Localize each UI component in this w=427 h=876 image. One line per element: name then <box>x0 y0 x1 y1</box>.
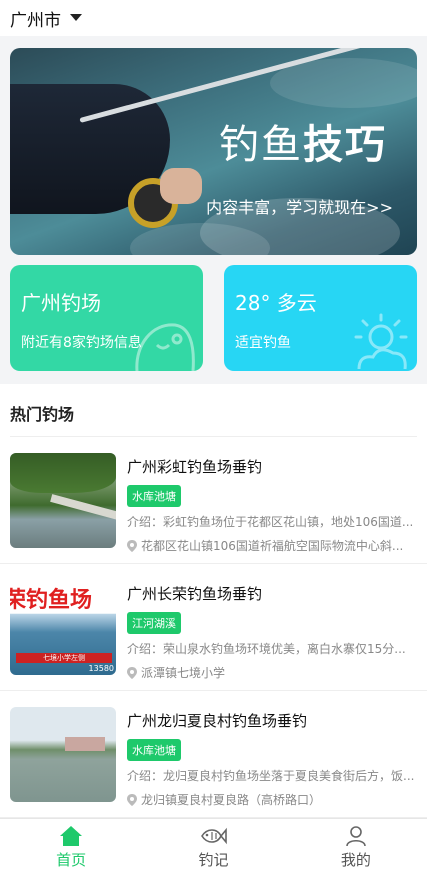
spot-thumbnail <box>10 707 116 802</box>
thumb-sign-text: 荣钓鱼场 <box>10 588 93 613</box>
spot-intro: 介绍：彩虹钓鱼场位于花都区花山镇，地处106国道... <box>127 515 414 529</box>
list-item[interactable]: 广州彩虹钓鱼场垂钓 水库池塘 介绍：彩虹钓鱼场位于花都区花山镇，地处106国道.… <box>0 437 427 564</box>
location-pin-icon <box>127 539 137 552</box>
thumb-phone: 13580 <box>88 664 114 673</box>
list-item[interactable]: 荣钓鱼场 七境小学左侧 13580 广州长荣钓鱼场垂钓 江河湖溪 介绍：荣山泉水… <box>0 564 427 691</box>
banner[interactable]: 钓鱼技巧 内容丰富，学习就现在>> <box>10 48 417 255</box>
spot-address: 龙归镇夏良村夏良路（高桥路口） <box>127 791 417 808</box>
banner-title: 钓鱼技巧 <box>219 122 387 168</box>
spot-thumbnail <box>10 453 116 548</box>
banner-subtitle[interactable]: 内容丰富，学习就现在>> <box>206 194 393 218</box>
spot-intro: 介绍：龙归夏良村钓鱼场坐落于夏良美食街后方，饭... <box>127 769 415 783</box>
tab-fishing-log[interactable]: 钓记 <box>142 819 284 876</box>
spot-tag: 江河湖溪 <box>127 612 181 634</box>
spot-intro: 介绍：荣山泉水钓鱼场环境优美，离白水寨仅15分... <box>127 642 406 656</box>
card-fishing-spots[interactable]: 广州钓场 附近有8家钓场信息 <box>10 265 203 371</box>
top-bar: 广州市 <box>0 0 427 36</box>
thumb-caption: 七境小学左侧 <box>16 653 112 663</box>
caret-down-icon[interactable] <box>70 13 82 21</box>
sun-cloud-icon <box>354 313 408 370</box>
spot-address: 花都区花山镇106国道祈福航空国际物流中心斜... <box>127 537 417 554</box>
tab-profile[interactable]: 我的 <box>285 819 427 876</box>
spot-name: 广州彩虹钓鱼场垂钓 <box>127 458 263 476</box>
city-selector[interactable]: 广州市 <box>10 6 61 31</box>
user-icon <box>346 826 366 847</box>
spot-tag: 水库池塘 <box>127 739 181 761</box>
location-pin-icon <box>127 793 137 806</box>
top-area: 钓鱼技巧 内容丰富，学习就现在>> 广州钓场 附近有8家钓场信息 28° 多云 … <box>0 36 427 384</box>
hand <box>160 168 202 204</box>
bottom-tab-bar: 首页 钓记 我的 <box>0 818 427 876</box>
card-title: 广州钓场 <box>21 291 101 315</box>
tab-home[interactable]: 首页 <box>0 819 142 876</box>
quick-cards: 广州钓场 附近有8家钓场信息 28° 多云 适宜钓鱼 <box>10 265 417 371</box>
spot-tag: 水库池塘 <box>127 485 181 507</box>
spot-address: 派潭镇七境小学 <box>127 664 417 681</box>
spot-name: 广州长荣钓鱼场垂钓 <box>127 585 263 603</box>
section-title: 热门钓场 <box>10 405 75 424</box>
spot-name: 广州龙归夏良村钓鱼场垂钓 <box>127 712 308 730</box>
home-icon <box>60 826 83 846</box>
spot-list: 广州彩虹钓鱼场垂钓 水库池塘 介绍：彩虹钓鱼场位于花都区花山镇，地处106国道.… <box>0 437 427 876</box>
spot-thumbnail: 荣钓鱼场 七境小学左侧 13580 <box>10 580 116 675</box>
location-pin-icon <box>127 666 137 679</box>
fish-outline-icon <box>201 827 228 845</box>
list-item[interactable]: 广州龙归夏良村钓鱼场垂钓 水库池塘 介绍：龙归夏良村钓鱼场坐落于夏良美食街后方，… <box>0 691 427 818</box>
fish-icon <box>135 323 195 371</box>
card-weather[interactable]: 28° 多云 适宜钓鱼 <box>224 265 417 371</box>
